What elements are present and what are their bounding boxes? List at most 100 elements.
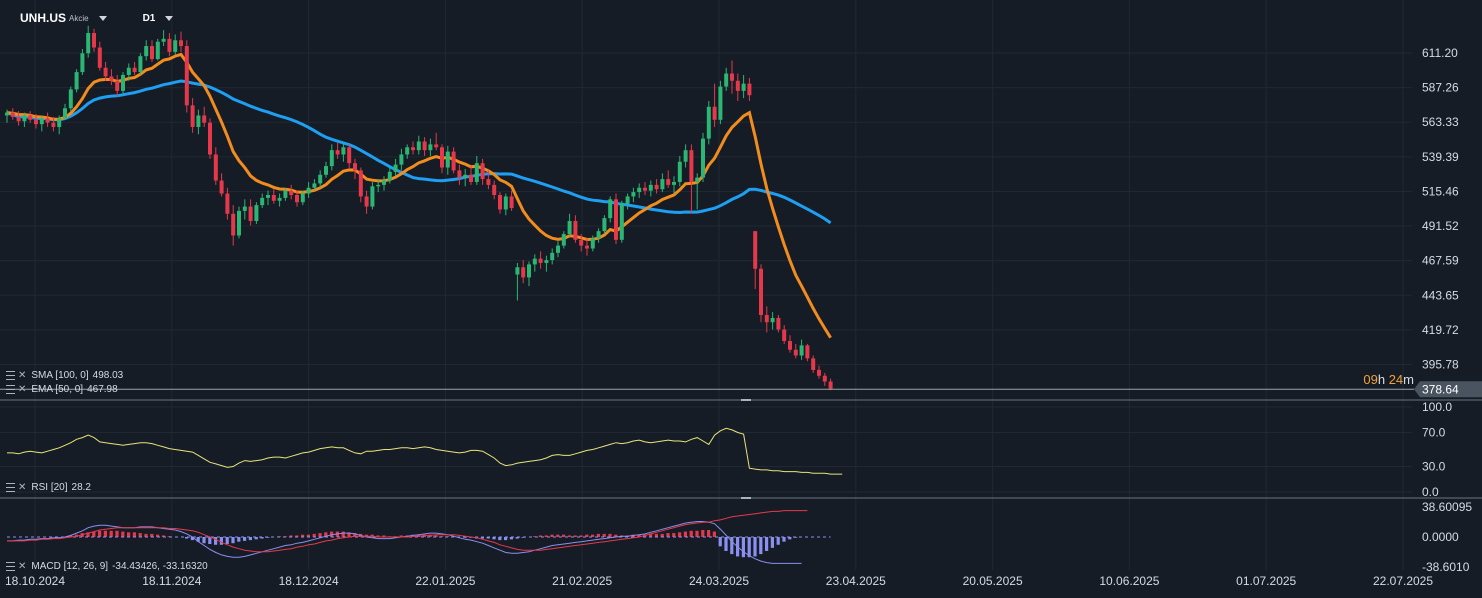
- close-icon[interactable]: ✕: [18, 482, 26, 493]
- candle: [63, 103, 67, 120]
- candle: [254, 202, 259, 224]
- macd-histogram-bar: [132, 532, 136, 537]
- sma-legend[interactable]: ✕ SMA [100, 0] 498.03: [6, 369, 123, 381]
- candle: [393, 158, 398, 177]
- ema-label: EMA [50, 0]: [31, 383, 84, 395]
- candle-body: [445, 151, 450, 168]
- candle-body: [10, 112, 15, 117]
- rsi-label: RSI [20]: [31, 481, 68, 493]
- candle-body: [376, 184, 381, 187]
- candle-body: [150, 46, 154, 60]
- candle: [190, 98, 195, 133]
- rsi-tick-label: 100.0: [1422, 400, 1452, 414]
- candle: [596, 228, 601, 243]
- price-chart-canvas[interactable]: 611.20 587.26 563.33 539.39 515.46 491.52 467.…: [0, 0, 1482, 598]
- symbol-dropdown-icon[interactable]: [98, 16, 107, 21]
- candle-body: [434, 144, 439, 148]
- candle: [68, 86, 73, 112]
- timeframe-dropdown-icon[interactable]: [165, 16, 174, 21]
- candle: [648, 180, 653, 197]
- price-tick-label: 419.72: [1422, 323, 1459, 337]
- macd-histogram-bar: [776, 537, 780, 545]
- candle-body: [440, 147, 444, 168]
- time-tick-label: 10.06.2025: [1099, 574, 1159, 588]
- candle-body: [167, 38, 172, 52]
- candle-body: [689, 150, 694, 182]
- candle: [353, 158, 357, 180]
- candle-body: [451, 151, 456, 171]
- candle: [457, 164, 462, 185]
- price-axis: 611.20 587.26 563.33 539.39 515.46 491.52 467.…: [0, 46, 1482, 398]
- candle-body: [706, 106, 711, 139]
- candle: [474, 155, 479, 185]
- candle: [701, 132, 705, 182]
- candle-body: [567, 221, 572, 235]
- candle: [318, 170, 323, 188]
- macd-histogram-bar: [103, 530, 107, 537]
- candle: [683, 144, 688, 168]
- candle: [770, 312, 775, 330]
- candle-body: [822, 375, 827, 382]
- settings-icon[interactable]: [6, 482, 15, 492]
- macd-histogram-bar: [98, 530, 102, 537]
- candle: [289, 184, 294, 200]
- candle-body: [277, 197, 282, 201]
- candle: [109, 69, 114, 86]
- candle-body: [295, 194, 299, 203]
- candle-body: [828, 381, 833, 389]
- candle-body: [503, 196, 508, 210]
- candle: [730, 60, 734, 94]
- candle: [231, 205, 236, 246]
- macd-histogram-bar: [237, 537, 241, 542]
- candle: [689, 144, 694, 214]
- candle-body: [173, 40, 178, 52]
- close-icon[interactable]: ✕: [18, 384, 26, 395]
- panel-dividers[interactable]: [0, 399, 1482, 499]
- candle: [625, 193, 630, 210]
- candle-body: [469, 174, 473, 182]
- settings-icon[interactable]: [6, 384, 15, 394]
- candle-countdown: 09h 24m: [1363, 372, 1414, 387]
- sma-value: 498.03: [92, 369, 124, 381]
- settings-icon[interactable]: [6, 561, 15, 571]
- candle: [364, 190, 369, 214]
- timeframe-selector[interactable]: D1: [143, 13, 156, 24]
- candle-body: [318, 174, 323, 184]
- candle-body: [672, 181, 676, 185]
- rsi-legend[interactable]: ✕ RSI [20] 28.2: [6, 481, 91, 493]
- macd-histogram-bar: [121, 531, 125, 537]
- candle: [532, 254, 537, 272]
- candle-body: [561, 234, 566, 246]
- ema-legend[interactable]: ✕ EMA [50, 0] 467.98: [6, 383, 118, 395]
- macd-histogram-bar: [138, 533, 142, 537]
- candle-body: [631, 192, 636, 197]
- candle: [179, 31, 183, 52]
- candle-body: [97, 47, 102, 68]
- candle-body: [573, 221, 578, 240]
- settings-icon[interactable]: [6, 370, 15, 380]
- candle-body: [190, 105, 195, 128]
- candle-body: [283, 190, 288, 198]
- candle: [509, 190, 514, 211]
- macd-histogram-bar: [214, 537, 218, 545]
- candle: [324, 161, 328, 178]
- candle: [225, 187, 230, 220]
- candle: [115, 74, 120, 97]
- close-icon[interactable]: ✕: [18, 370, 26, 381]
- symbol-name[interactable]: UNH.US: [20, 11, 66, 25]
- macd-legend[interactable]: ✕ MACD [12, 26, 9] -34.43426, -33.16320: [6, 560, 208, 572]
- candle: [480, 158, 485, 185]
- rsi-line: [7, 427, 843, 475]
- candle-body: [22, 115, 27, 122]
- candle: [86, 25, 91, 58]
- candle: [97, 41, 102, 71]
- candle: [445, 145, 450, 175]
- macd-histogram-bar: [724, 537, 728, 551]
- candle: [45, 112, 50, 128]
- candle: [411, 141, 415, 155]
- macd-histogram-bar: [765, 537, 769, 551]
- macd-label: MACD [12, 26, 9]: [31, 560, 109, 572]
- candle-body: [393, 164, 398, 172]
- close-icon[interactable]: ✕: [18, 561, 26, 572]
- candle: [469, 166, 473, 185]
